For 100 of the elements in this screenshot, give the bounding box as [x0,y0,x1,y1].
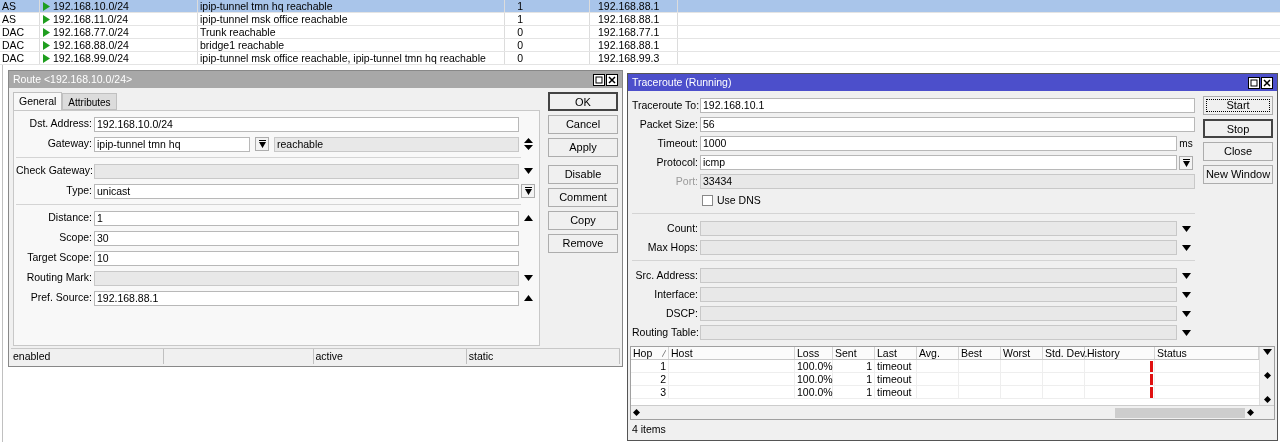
select-arrow-icon [258,140,266,148]
maximize-icon[interactable] [593,73,605,86]
table-cell: AS [0,13,40,25]
dropdown-arrow-icon[interactable] [523,168,533,174]
window-button[interactable]: Copy [548,211,618,230]
table-cell: 1 [631,360,669,372]
window-button[interactable]: Disable [548,165,618,184]
route-row[interactable]: DAC 192.168.88.0/24 bridge1 reachable 0 192.168.88.1 [0,39,1280,52]
close-icon[interactable] [606,73,618,86]
column-header[interactable]: Avg. [917,347,959,359]
tab[interactable]: General [13,92,63,110]
input-field[interactable] [700,306,1177,321]
up-arrow-icon[interactable] [523,215,533,221]
field-label: Routing Table: [632,324,700,340]
column-header[interactable]: Loss [795,347,833,359]
scroll-right-icon[interactable] [1247,409,1254,416]
input-field[interactable] [94,163,519,179]
dropdown-arrow-icon[interactable] [1181,329,1191,336]
column-title: Avg. [919,347,941,359]
input-field[interactable]: 56 [700,117,1195,132]
input-field[interactable]: 192.168.88.1 [94,290,519,306]
window-button[interactable]: Start [1203,96,1273,115]
maximize-icon[interactable] [1248,76,1260,89]
table-cell: AS [0,0,40,12]
hop-row[interactable]: 2 100.0% 1 timeout [631,373,1259,386]
table-cell: DAC [0,39,40,51]
horizontal-scrollbar[interactable] [631,405,1274,419]
column-header[interactable]: History [1085,347,1155,359]
dropdown-arrow-icon[interactable] [1181,225,1191,232]
table-cell-text: 1 [516,0,524,12]
hop-row[interactable]: 3 100.0% 1 timeout [631,386,1259,399]
window-button[interactable]: New Window [1203,165,1273,184]
unit-label: ms [1178,137,1194,151]
table-cell: ipip-tunnel tmn hq reachable [198,0,505,12]
table-cell: 100.0% [795,373,833,385]
window-button[interactable]: Comment [548,188,618,207]
input-field[interactable] [700,268,1177,283]
tab[interactable]: Attributes [62,93,117,110]
dropdown-arrow-icon[interactable] [1262,349,1272,355]
column-header[interactable]: Worst [1001,347,1043,359]
field-label: Check Gateway: [16,163,94,179]
select-button[interactable] [1179,155,1193,170]
input-field[interactable]: 33434 [700,174,1195,189]
table-cell: 192.168.99.0/24 [53,51,129,65]
scroll-left-icon[interactable] [633,409,640,416]
window-button[interactable]: Stop [1203,119,1273,138]
table-cell: 192.168.88.0/24 [53,38,129,52]
scroll-up-icon[interactable] [1263,372,1271,379]
scroll-down-icon[interactable] [1263,396,1271,403]
input-field[interactable]: 1 [94,210,519,226]
input-field[interactable]: 1000 [700,136,1177,151]
hop-row[interactable]: 1 100.0% 1 timeout [631,360,1259,373]
field-label: Target Scope: [26,250,93,266]
input-field[interactable]: 192.168.10.1 [700,98,1195,113]
window-button[interactable]: Remove [548,234,618,253]
column-header[interactable]: Best [959,347,1001,359]
close-icon[interactable] [1261,76,1273,89]
window-button[interactable]: Cancel [548,115,618,134]
route-row[interactable]: AS 192.168.10.0/24 ipip-tunnel tmn hq reachable 1 192.168.88.1 [0,0,1280,13]
checkbox[interactable] [702,195,713,206]
input-field[interactable] [94,270,519,286]
status-bar-text: 4 items [632,422,666,438]
dropdown-arrow-icon[interactable] [523,275,533,281]
input-field[interactable]: ipip-tunnel tmn hq [94,136,250,152]
input-field[interactable] [700,221,1177,236]
input-field[interactable]: 192.168.10.0/24 [94,116,519,132]
up-arrow-icon[interactable] [523,295,533,301]
table-cell-text: 0 [516,26,524,38]
window-button[interactable]: Apply [548,138,618,157]
column-header[interactable]: Hop [631,347,669,359]
input-field[interactable] [700,325,1177,340]
vertical-scrollbar[interactable] [1259,347,1274,405]
table-cell: 1 [833,360,875,372]
dropdown-arrow-icon[interactable] [1181,291,1191,298]
route-row[interactable]: DAC 192.168.77.0/24 Trunk reachable 0 192.168.77.1 [0,26,1280,39]
dropdown-arrow-icon[interactable] [1181,272,1191,279]
table-cell: DAC [0,52,40,64]
column-header[interactable]: Last [875,347,917,359]
window-button[interactable]: Close [1203,142,1273,161]
up-down-arrows-icon[interactable] [523,138,533,150]
input-field[interactable]: icmp [700,155,1177,170]
window-button[interactable]: OK [548,92,618,111]
input-field[interactable] [700,240,1177,255]
table-cell: DAC [0,26,40,38]
route-row[interactable]: DAC 192.168.99.0/24 ipip-tunnel msk office reachable, ipip-tunnel tmn hq reachable 0 192.168.99.3 [0,52,1280,65]
column-header[interactable]: Host [669,347,795,359]
field-label: Timeout: [656,135,699,151]
dropdown-arrow-icon[interactable] [1181,244,1191,251]
select-button[interactable] [521,184,535,198]
table-cell-text: 0 [516,52,524,64]
route-row[interactable]: AS 192.168.11.0/24 ipip-tunnel msk office reachable 1 192.168.88.1 [0,13,1280,26]
field-label: Protocol: [655,154,699,170]
column-header[interactable]: Sent [833,347,875,359]
input-field[interactable]: unicast [94,183,519,199]
select-button[interactable] [255,137,269,151]
field-label: Pref. Source: [29,290,93,306]
dropdown-arrow-icon[interactable] [1181,310,1191,317]
input-field[interactable] [700,287,1177,302]
input-field[interactable]: 10 [94,250,519,266]
input-field[interactable]: 30 [94,230,519,246]
